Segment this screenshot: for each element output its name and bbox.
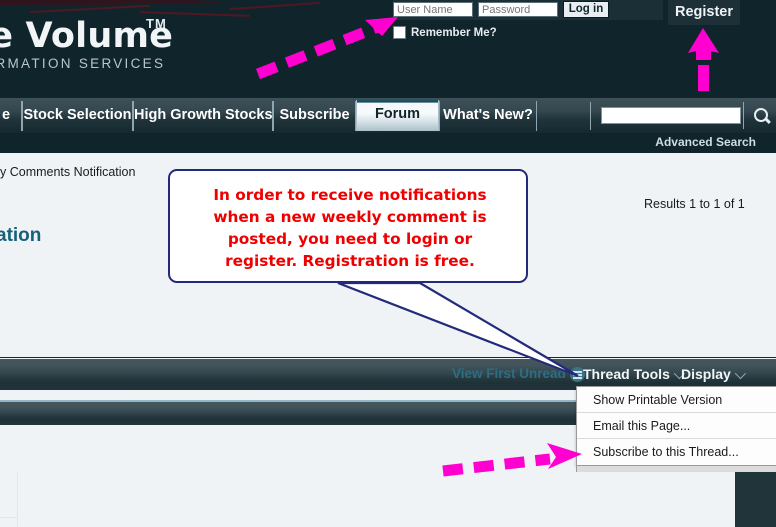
callout-line-2: when a new weekly comment is	[213, 208, 487, 226]
panel-divider	[0, 517, 17, 518]
thread-tools-menu-button[interactable]: Thread Tools	[583, 366, 685, 382]
right-gutter	[735, 472, 776, 527]
nav-tab-home[interactable]: e	[0, 101, 22, 131]
callout-line-3: posted, you need to login or	[227, 230, 473, 248]
remember-me-checkbox[interactable]	[393, 26, 406, 39]
search-icon	[754, 108, 768, 122]
breadcrumb[interactable]: y Comments Notification	[0, 165, 135, 179]
menu-item-show-printable-version[interactable]: Show Printable Version	[577, 387, 776, 413]
nav-tab-subscribe[interactable]: Subscribe	[273, 101, 356, 131]
search-input[interactable]	[601, 107, 741, 124]
chevron-down-icon	[734, 367, 746, 380]
waveform-decoration	[230, 1, 320, 11]
main-navigation: e Stock Selection High Growth Stocks Sub…	[0, 98, 776, 133]
thread-tools-dropdown: Show Printable Version Email this Page..…	[576, 386, 776, 466]
callout-line-1: In order to receive notifications	[213, 186, 487, 204]
login-form: Log in	[393, 0, 663, 20]
menu-item-email-this-page[interactable]: Email this Page...	[577, 413, 776, 439]
bottom-content-panel	[0, 472, 776, 527]
nav-tab-forum[interactable]: Forum	[356, 100, 439, 131]
nav-tab-high-growth-stocks[interactable]: High Growth Stocks	[133, 101, 273, 131]
search-area	[590, 102, 776, 130]
callout-line-4: register. Registration is free.	[225, 252, 475, 270]
nav-tab-whats-new[interactable]: What's New?	[439, 101, 537, 131]
annotation-callout-text: In order to receive notifications when a…	[184, 184, 516, 272]
thread-tools-label: Thread Tools	[583, 366, 670, 382]
display-menu-button[interactable]: Display	[681, 366, 746, 382]
site-header: ive Volume TM INFORMATION SERVICES Log i…	[0, 0, 776, 98]
dropdown-bottom-edge	[576, 466, 776, 472]
logo-trademark: TM	[146, 16, 167, 31]
user-name-input[interactable]	[393, 2, 473, 17]
password-input[interactable]	[478, 2, 558, 17]
view-first-unread-link[interactable]: View First Unread	[452, 366, 566, 381]
waveform-decoration	[30, 4, 150, 14]
annotation-callout: In order to receive notifications when a…	[168, 169, 528, 283]
sub-navigation-bar: Advanced Search	[0, 133, 776, 153]
panel-divider	[17, 472, 18, 527]
logo-subtitle: INFORMATION SERVICES	[0, 56, 166, 71]
site-logo[interactable]: ive Volume TM INFORMATION SERVICES	[0, 16, 214, 71]
display-label: Display	[681, 366, 731, 382]
remember-me-row: Remember Me?	[393, 26, 497, 39]
nav-tab-stock-selection[interactable]: Stock Selection	[22, 101, 133, 131]
results-count-label: Results 1 to 1 of 1	[644, 197, 745, 211]
advanced-search-link[interactable]: Advanced Search	[655, 135, 756, 149]
page-title: ation	[0, 225, 42, 246]
waveform-decoration	[0, 4, 120, 5]
search-button[interactable]	[743, 102, 776, 129]
divider-above-toolbar	[0, 357, 776, 358]
log-in-button[interactable]: Log in	[563, 1, 609, 18]
register-button[interactable]: Register	[668, 0, 740, 25]
remember-me-label: Remember Me?	[411, 26, 497, 39]
menu-item-subscribe-to-thread[interactable]: Subscribe to this Thread...	[577, 439, 776, 465]
logo-title: ive Volume	[0, 16, 174, 56]
